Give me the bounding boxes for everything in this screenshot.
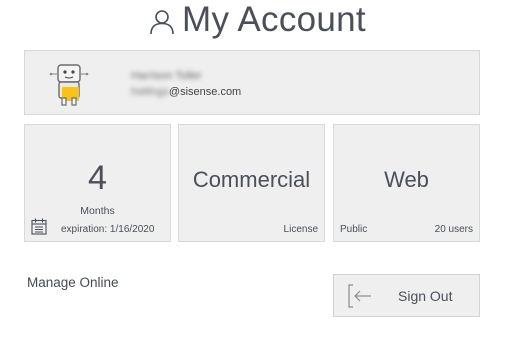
plan-duration-value: 4: [88, 159, 107, 197]
profile-name: Harrison Toller: [131, 70, 202, 82]
sign-out-label: Sign Out: [398, 288, 453, 304]
profile-email: hsttlngs@sisense.com: [131, 86, 241, 98]
calendar-icon: [31, 218, 47, 235]
manage-online-link[interactable]: Manage Online: [27, 275, 119, 290]
web-visibility: Public: [340, 224, 368, 235]
web-user-count: 20 users: [434, 224, 473, 235]
plan-duration-unit: Months: [80, 205, 115, 217]
profile-email-domain: @sisense.com: [168, 86, 242, 98]
user-icon: [150, 10, 174, 35]
expiration-date: expiration: 1/16/2020: [61, 224, 155, 235]
profile-card: Harrison Toller hsttlngs@sisense.com: [24, 50, 480, 115]
page-title: My Account: [182, 0, 366, 39]
sign-out-button[interactable]: Sign Out: [333, 274, 480, 317]
plan-tile: 4 Months expiration: 1/16/2020: [24, 124, 171, 242]
profile-email-user: hsttlngs: [131, 86, 169, 98]
license-caption: License: [283, 224, 318, 235]
license-tile: Commercial License: [178, 124, 325, 242]
sign-out-icon: [348, 284, 371, 308]
web-label: Web: [384, 167, 429, 192]
web-tile: Web Public 20 users: [333, 124, 480, 242]
robot-avatar: [49, 64, 89, 106]
my-account-page: My Account Harrison Toller hsttlngs@sise…: [0, 0, 514, 338]
page-header: My Account: [0, 0, 514, 40]
license-type: Commercial: [192, 167, 311, 192]
